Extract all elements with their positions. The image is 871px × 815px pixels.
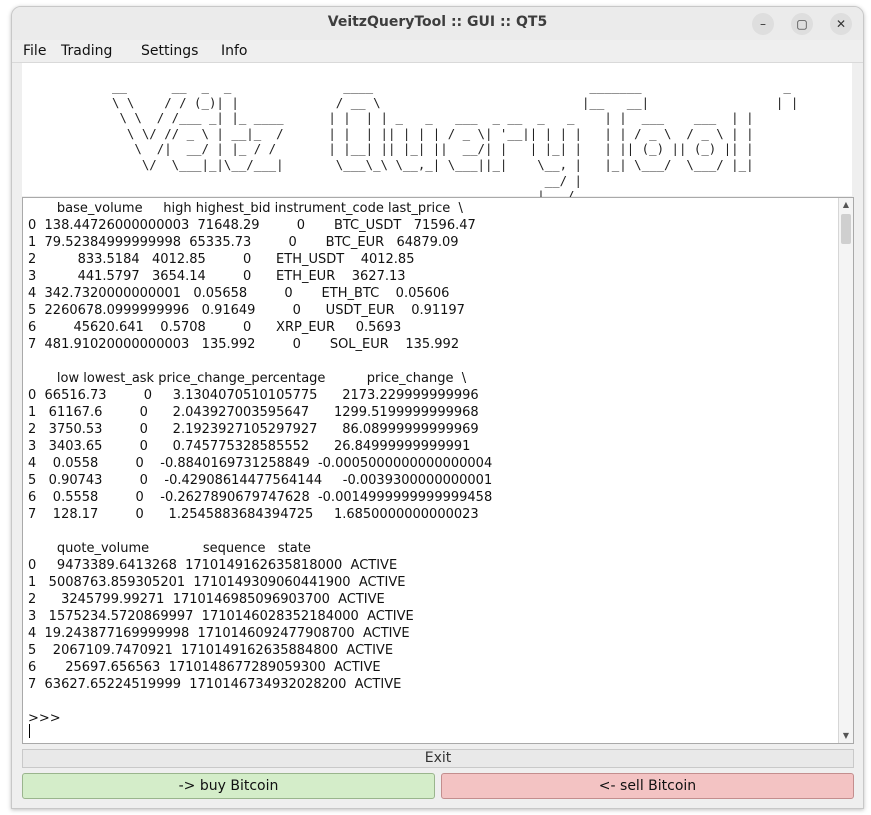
sell-bitcoin-button[interactable]: <- sell Bitcoin — [441, 773, 854, 799]
minimize-icon[interactable]: – — [752, 13, 774, 35]
scroll-down-icon[interactable]: ▼ — [839, 729, 853, 743]
buy-bitcoin-button[interactable]: -> buy Bitcoin — [22, 773, 435, 799]
menu-trading[interactable]: Trading — [61, 43, 112, 59]
menu-bar: File Trading Settings Info — [12, 40, 863, 63]
text-caret — [29, 724, 30, 738]
menu-info[interactable]: Info — [221, 43, 248, 59]
console-text: base_volume high highest_bid instrument_… — [28, 201, 493, 726]
scrollbar-thumb[interactable] — [841, 214, 851, 244]
ascii-logo-panel: __ __ _ _ ____ _______ _ \ \ / / (_)| | … — [22, 63, 852, 203]
maximize-icon[interactable]: ▢ — [791, 13, 813, 35]
app-window: VeitzQueryTool :: GUI :: QT5 – ▢ ✕ File … — [11, 6, 864, 809]
console-scrollbar[interactable]: ▲ ▼ — [838, 198, 853, 743]
close-icon[interactable]: ✕ — [830, 13, 852, 35]
title-bar: VeitzQueryTool :: GUI :: QT5 – ▢ ✕ — [12, 7, 863, 40]
scroll-up-icon[interactable]: ▲ — [839, 198, 853, 212]
menu-file[interactable]: File — [23, 43, 46, 59]
ascii-logo: __ __ _ _ ____ _______ _ \ \ / / (_)| | … — [112, 79, 799, 204]
console-output[interactable]: base_volume high highest_bid instrument_… — [22, 197, 854, 744]
exit-button[interactable]: Exit — [22, 749, 854, 768]
menu-settings[interactable]: Settings — [141, 43, 198, 59]
window-title: VeitzQueryTool :: GUI :: QT5 — [327, 14, 548, 30]
